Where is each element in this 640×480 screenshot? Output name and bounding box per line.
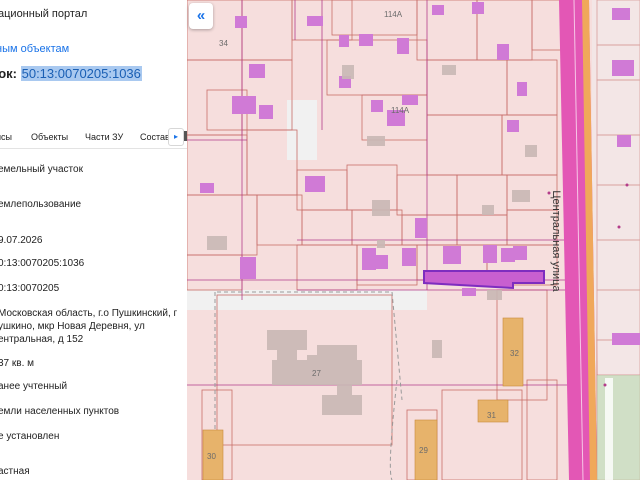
house-number-27: 27 bbox=[312, 369, 321, 378]
house-number-32: 32 bbox=[510, 349, 519, 358]
collapse-panel-icon[interactable]: « bbox=[189, 3, 213, 29]
house-number-31: 31 bbox=[487, 411, 496, 420]
field-address-line1: Московская область, г.о Пушкинский, г bbox=[0, 308, 178, 319]
house-number-29: 29 bbox=[419, 446, 428, 455]
field-object-type: емельный участок bbox=[0, 164, 83, 175]
tab-parts[interactable]: Части ЗУ bbox=[85, 132, 123, 142]
tab-objects[interactable]: Объекты bbox=[31, 132, 68, 142]
tab-bar: исы Объекты Части ЗУ Состав bbox=[0, 126, 187, 149]
map-canvas[interactable] bbox=[187, 0, 640, 480]
portal-title: ационный портал bbox=[0, 8, 88, 20]
tab-info[interactable]: исы bbox=[0, 132, 12, 142]
field-quarter: 0:13:0070205 bbox=[0, 283, 60, 294]
house-number-114a-top: 114А bbox=[384, 10, 403, 19]
house-number-30: 30 bbox=[207, 452, 216, 461]
cadastral-map[interactable]: 34 114А 114А 27 32 31 29 30 bbox=[187, 0, 640, 480]
field-date: 9.07.2026 bbox=[0, 235, 43, 246]
field-permitted-use: емлепользование bbox=[0, 199, 82, 210]
field-category: емли населенных пунктов bbox=[0, 406, 120, 417]
cadastral-label: ток: bbox=[0, 66, 17, 81]
field-value: е установлен bbox=[0, 431, 60, 442]
tab-composition[interactable]: Состав bbox=[140, 132, 170, 142]
house-number-34: 34 bbox=[219, 39, 228, 48]
field-address-line3: ентральная, д 152 bbox=[0, 334, 84, 345]
field-status: анее учтенный bbox=[0, 381, 68, 392]
info-panel: ационный портал ным объектам ток: 50:13:… bbox=[0, 0, 187, 480]
objects-link[interactable]: ным объектам bbox=[0, 43, 69, 55]
cadastral-heading: ток: 50:13:0070205:1036 bbox=[0, 66, 142, 81]
cadastral-number[interactable]: 50:13:0070205:1036 bbox=[20, 66, 142, 81]
field-ownership: астная bbox=[0, 466, 30, 477]
field-cadastral-number: 0:13:0070205:1036 bbox=[0, 258, 85, 269]
tabs-scroll-right-icon[interactable]: ▸ bbox=[168, 128, 184, 146]
field-address-line2: ушкино, мкр Новая Деревня, ул bbox=[0, 321, 145, 332]
street-label: Центральная улица bbox=[550, 190, 562, 292]
house-number-114a: 114А bbox=[391, 106, 410, 115]
field-area: 37 кв. м bbox=[0, 358, 35, 369]
